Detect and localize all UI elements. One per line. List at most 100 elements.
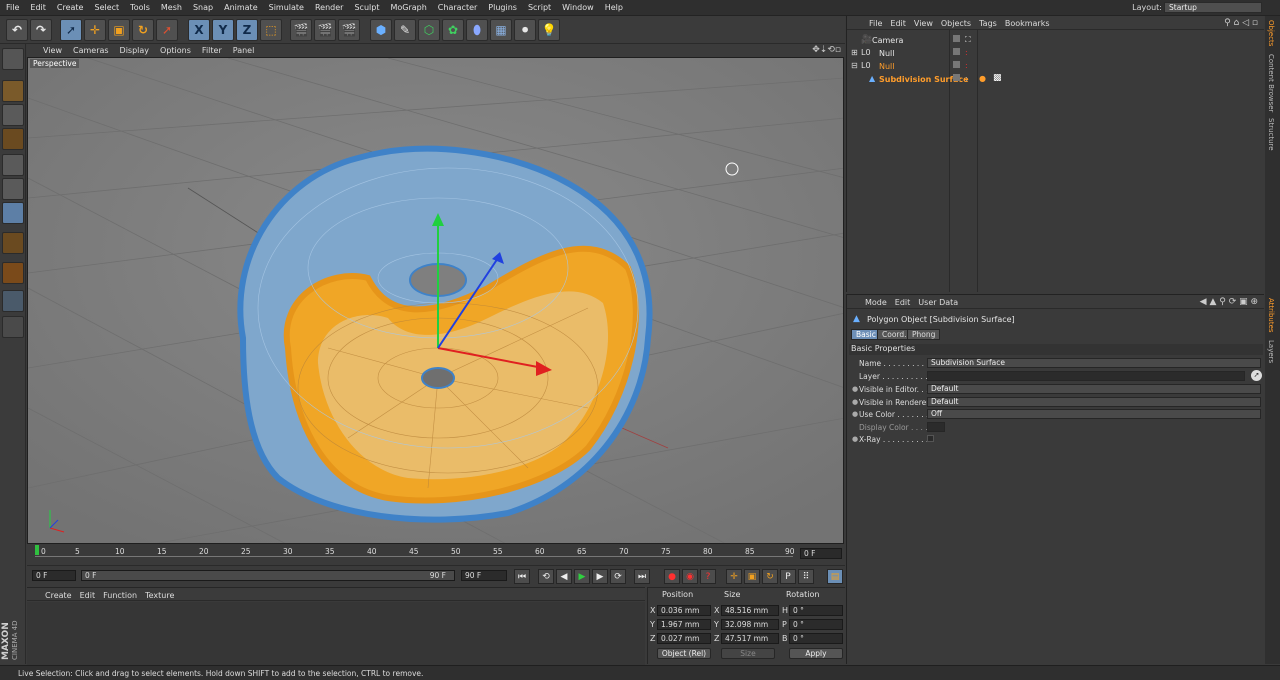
visibility-dot-icon[interactable]: : — [965, 74, 968, 83]
menu-simulate[interactable]: Simulate — [263, 0, 309, 12]
go-to-end-icon[interactable]: ⏭ — [634, 569, 650, 584]
layer-picker-icon[interactable]: ➚ — [1251, 370, 1262, 381]
visible-in-renderer-dropdown[interactable]: Default — [927, 397, 1261, 407]
object-row-camera[interactable]: 🎥 Camera ⛶ — [847, 34, 1265, 47]
render-picture-viewer-icon[interactable]: 🎬 — [314, 19, 336, 41]
timeline-icon[interactable]: ▤ — [827, 569, 843, 584]
camera-object-icon[interactable]: ⚫ — [514, 19, 536, 41]
layer-field[interactable] — [927, 371, 1245, 381]
undo-icon[interactable]: ↶ — [6, 19, 28, 41]
menu-mograph[interactable]: MoGraph — [384, 0, 431, 12]
attr-menu-user-data[interactable]: User Data — [914, 295, 962, 307]
coordinate-system-icon[interactable]: ⬚ — [260, 19, 282, 41]
tab-phong[interactable]: Phong — [907, 329, 941, 340]
make-editable-icon[interactable] — [2, 48, 24, 70]
size-y-field[interactable]: 32.098 mm — [721, 619, 779, 630]
scale-tool-icon[interactable]: ▣ — [108, 19, 130, 41]
mat-menu-create[interactable]: Create — [41, 588, 76, 600]
cube-object-icon[interactable]: ⬢ — [370, 19, 392, 41]
points-mode-icon[interactable] — [2, 154, 24, 176]
x-ray-checkbox[interactable] — [927, 435, 934, 442]
end-frame-field[interactable]: 90 F — [461, 570, 507, 581]
go-to-start-icon[interactable]: ⏮ — [514, 569, 530, 584]
record-point-level-icon[interactable]: ⠿ — [798, 569, 814, 584]
texture-mode-icon[interactable] — [2, 104, 24, 126]
collapse-icon[interactable]: ⊟ — [851, 61, 858, 70]
position-x-field[interactable]: 0.036 mm — [657, 605, 711, 616]
go-to-previous-key-icon[interactable]: ⟲ — [538, 569, 554, 584]
light-object-icon[interactable]: 💡 — [538, 19, 560, 41]
visibility-icon[interactable] — [953, 35, 960, 42]
keyframe-selection-icon[interactable]: ? — [700, 569, 716, 584]
record-position-icon[interactable]: ✛ — [726, 569, 742, 584]
texture-tag-icon[interactable]: ▩ — [993, 73, 1002, 83]
record-parameter-icon[interactable]: P — [780, 569, 796, 584]
live-selection-icon[interactable]: ➚ — [60, 19, 82, 41]
phong-tag-icon[interactable]: ● — [979, 74, 986, 83]
menu-render[interactable]: Render — [309, 0, 348, 12]
side-tab-content-browser[interactable]: Content Browser — [1267, 54, 1275, 112]
rotate-tool-icon[interactable]: ↻ — [132, 19, 154, 41]
deformer-icon[interactable]: ⬮ — [466, 19, 488, 41]
rotation-p-field[interactable]: 0 ° — [789, 619, 843, 630]
side-tab-objects[interactable]: Objects — [1267, 20, 1275, 46]
menu-window[interactable]: Window — [556, 0, 599, 12]
attr-menu-edit[interactable]: Edit — [891, 295, 915, 307]
coordinate-mode-dropdown[interactable]: Object (Rel) — [657, 648, 711, 659]
polygons-mode-icon[interactable] — [2, 202, 24, 224]
display-color-swatch[interactable] — [927, 422, 945, 432]
attr-menu-mode[interactable]: Mode — [861, 295, 891, 307]
record-rotation-icon[interactable]: ↻ — [762, 569, 778, 584]
render-settings-icon[interactable]: 🎬 — [338, 19, 360, 41]
side-tab-attributes[interactable]: Attributes — [1267, 298, 1275, 333]
rotation-h-field[interactable]: 0 ° — [789, 605, 843, 616]
visibility-icon[interactable] — [953, 61, 960, 68]
obj-menu-objects[interactable]: Objects — [937, 16, 975, 28]
spline-pen-icon[interactable]: ✎ — [394, 19, 416, 41]
move-tool-icon[interactable]: ✛ — [84, 19, 106, 41]
object-row-null[interactable]: ⊞ L0 Null : — [847, 47, 1265, 60]
obj-menu-view[interactable]: View — [910, 16, 937, 28]
side-tab-structure[interactable]: Structure — [1267, 118, 1275, 151]
array-object-icon[interactable]: ✿ — [442, 19, 464, 41]
material-list-area[interactable] — [27, 602, 645, 665]
vp-menu-panel[interactable]: Panel — [227, 44, 260, 55]
visibility-dot-icon[interactable]: : — [965, 48, 968, 57]
play-icon[interactable]: ▶ — [574, 569, 590, 584]
anim-dot-icon[interactable]: ● — [852, 435, 858, 443]
tweak-mode-icon[interactable] — [2, 262, 24, 284]
menu-edit[interactable]: Edit — [24, 0, 51, 12]
name-field[interactable]: Subdivision Surface — [927, 358, 1261, 368]
vp-menu-filter[interactable]: Filter — [196, 44, 227, 55]
preview-range-slider[interactable]: 0 F 90 F — [81, 570, 455, 581]
vp-menu-options[interactable]: Options — [154, 44, 196, 55]
x-axis-lock-button[interactable]: X — [188, 19, 210, 41]
object-row-subdivision-surface[interactable]: ▲ Subdivision Surface : ● ▩ — [847, 73, 1265, 86]
anim-dot-icon[interactable]: ● — [852, 385, 858, 393]
locked-workplane-icon[interactable] — [2, 316, 24, 338]
menu-snap[interactable]: Snap — [187, 0, 218, 12]
anim-dot-icon[interactable]: ● — [852, 398, 858, 406]
mat-menu-texture[interactable]: Texture — [141, 588, 178, 600]
obj-menu-bookmarks[interactable]: Bookmarks — [1001, 16, 1054, 28]
menu-create[interactable]: Create — [51, 0, 89, 12]
obj-menu-tags[interactable]: Tags — [975, 16, 1001, 28]
visibility-icon[interactable] — [953, 48, 960, 55]
side-tab-layers[interactable]: Layers — [1267, 340, 1275, 363]
menu-script[interactable]: Script — [522, 0, 556, 12]
rotation-b-field[interactable]: 0 ° — [789, 633, 843, 644]
size-z-field[interactable]: 47.517 mm — [721, 633, 779, 644]
menu-mesh[interactable]: Mesh — [155, 0, 187, 12]
perspective-viewport[interactable]: Perspective — [27, 57, 844, 544]
menu-animate[interactable]: Animate — [218, 0, 263, 12]
autokeying-icon[interactable]: ◉ — [682, 569, 698, 584]
axis-mode-icon[interactable] — [2, 232, 24, 254]
previous-frame-icon[interactable]: ◀ — [556, 569, 572, 584]
position-y-field[interactable]: 1.967 mm — [657, 619, 711, 630]
y-axis-lock-button[interactable]: Y — [212, 19, 234, 41]
position-z-field[interactable]: 0.027 mm — [657, 633, 711, 644]
current-frame-field[interactable]: 0 F — [800, 548, 842, 559]
menu-file[interactable]: File — [0, 0, 24, 12]
model-mode-icon[interactable] — [2, 80, 24, 102]
go-to-next-key-icon[interactable]: ⟳ — [610, 569, 626, 584]
